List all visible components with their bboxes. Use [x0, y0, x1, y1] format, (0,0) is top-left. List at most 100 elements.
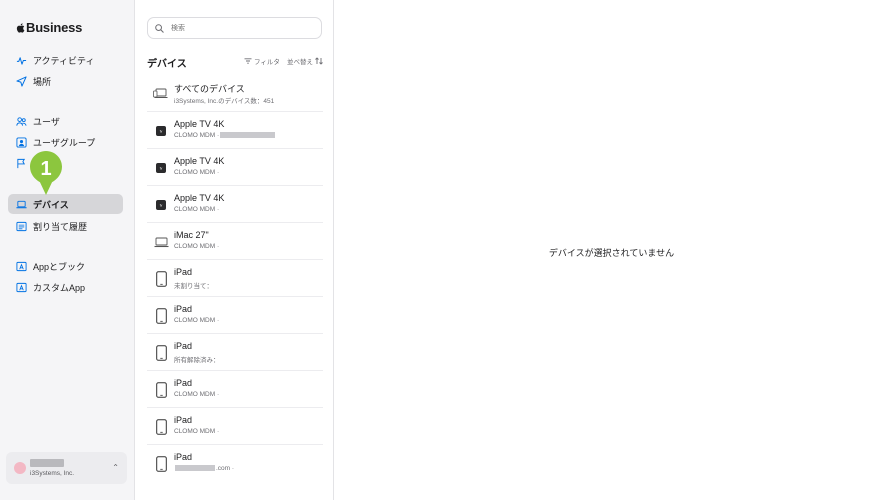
user-group-icon: [16, 136, 27, 148]
empty-state-message: デバイスが選択されていません: [548, 248, 675, 258]
list-item-device[interactable]: tv Apple TV 4K CLOMO MDM ·: [147, 186, 323, 223]
device-subtitle: CLOMO MDM ·: [174, 132, 276, 139]
list-icon: [16, 221, 27, 232]
device-subtitle: CLOMO MDM ·: [174, 317, 220, 324]
device-subtitle: 未割り当て：: [174, 283, 213, 290]
ipad-icon: [153, 344, 169, 362]
sidebar-item-apps-books[interactable]: Appとブック: [8, 256, 123, 276]
svg-text:tv: tv: [160, 204, 163, 208]
imac-icon: [153, 233, 169, 251]
device-detail-pane: デバイスが選択されていません: [334, 0, 889, 500]
device-name: iPad: [174, 452, 193, 462]
sidebar-item-label: Appとブック: [33, 261, 86, 272]
ipad-icon: [153, 381, 169, 399]
search-input[interactable]: [169, 23, 313, 33]
brand-name: Business: [26, 20, 83, 35]
list-item-all-devices[interactable]: すべてのデバイス i3Systems, Inc.のデバイス数：451: [147, 75, 323, 112]
filter-button[interactable]: フィルタ: [244, 56, 280, 66]
sidebar: Business アクティビティ 場所 ユーザ ユーザグループ デバイス 割り当…: [0, 0, 135, 500]
sidebar-item-label: カスタムApp: [33, 282, 86, 293]
account-switcher[interactable]: i3Systems, Inc. ⌃: [6, 452, 127, 484]
device-name: Apple TV 4K: [174, 193, 225, 203]
sidebar-item-label: 割り当て履歴: [33, 221, 88, 232]
apple-tv-icon: tv: [153, 122, 169, 140]
apple-logo-icon: [16, 22, 25, 33]
sidebar-item-assignment-history[interactable]: 割り当て履歴: [8, 216, 123, 236]
apple-tv-icon: tv: [153, 196, 169, 214]
sidebar-item-flag[interactable]: [8, 153, 123, 173]
sort-button[interactable]: 並べ替え: [287, 56, 323, 66]
list-item-device[interactable]: iPad 未割り当て：: [147, 260, 323, 297]
device-name: iPad: [174, 378, 193, 388]
device-subtitle: i3Systems, Inc.のデバイス数：451: [174, 98, 275, 105]
ipad-icon: [153, 270, 169, 288]
account-org: i3Systems, Inc.: [30, 470, 75, 477]
device-name: iPad: [174, 341, 193, 351]
sidebar-item-devices[interactable]: デバイス: [8, 194, 123, 214]
device-subtitle: CLOMO MDM ·: [174, 243, 220, 250]
sort-arrows-icon: [315, 57, 323, 65]
sidebar-item-users[interactable]: ユーザ: [8, 111, 123, 131]
subtitle-text: .com ·: [216, 465, 235, 472]
laptop-icon: [16, 199, 27, 210]
device-name: iPad: [174, 415, 193, 425]
all-devices-icon: [153, 85, 169, 103]
list-item-device[interactable]: tv Apple TV 4K CLOMO MDM ·: [147, 149, 323, 186]
brand-logo: Business: [16, 20, 82, 35]
list-item-device[interactable]: iPad .com ·: [147, 445, 323, 482]
sidebar-item-label: アクティビティ: [33, 55, 95, 66]
search-icon: [155, 23, 164, 33]
device-name: iMac 27": [174, 230, 209, 240]
ipad-icon: [153, 418, 169, 436]
sidebar-item-locations[interactable]: 場所: [8, 71, 123, 91]
sidebar-item-label: 場所: [33, 76, 52, 87]
redacted-text: [220, 132, 276, 139]
subtitle-text: CLOMO MDM ·: [174, 132, 220, 139]
redacted-text: [175, 465, 215, 472]
account-name-redacted: [30, 459, 64, 467]
svg-text:tv: tv: [160, 167, 163, 171]
chevron-up-down-icon: ⌃: [112, 463, 119, 472]
list-item-device[interactable]: iMac 27" CLOMO MDM ·: [147, 223, 323, 260]
svg-text:tv: tv: [160, 130, 163, 134]
sidebar-item-user-groups[interactable]: ユーザグループ: [8, 132, 123, 152]
ipad-icon: [153, 307, 169, 325]
avatar: [14, 462, 26, 474]
device-subtitle: CLOMO MDM ·: [174, 206, 220, 213]
list-title: デバイス: [147, 59, 187, 70]
activity-icon: [16, 55, 27, 66]
device-name: iPad: [174, 267, 193, 277]
sidebar-item-activity[interactable]: アクティビティ: [8, 50, 123, 70]
step-callout-badge: 1: [30, 151, 62, 195]
sidebar-item-label: デバイス: [33, 199, 69, 210]
list-item-device[interactable]: iPad CLOMO MDM ·: [147, 408, 323, 445]
flag-icon: [16, 158, 27, 169]
users-icon: [16, 116, 27, 127]
device-name: Apple TV 4K: [174, 119, 225, 129]
search-field[interactable]: [147, 17, 322, 39]
device-name: Apple TV 4K: [174, 156, 225, 166]
sort-label: 並べ替え: [287, 59, 313, 66]
custom-app-icon: [16, 282, 27, 293]
callout-number: 1: [40, 158, 51, 180]
device-subtitle: 所有解除済み：: [174, 357, 220, 364]
sidebar-item-label: ユーザ: [33, 116, 60, 127]
app-store-icon: [16, 261, 27, 272]
device-subtitle: CLOMO MDM ·: [174, 169, 220, 176]
list-item-device[interactable]: iPad 所有解除済み：: [147, 334, 323, 371]
list-item-device[interactable]: tv Apple TV 4K CLOMO MDM ·: [147, 112, 323, 149]
list-item-device[interactable]: iPad CLOMO MDM ·: [147, 371, 323, 408]
apple-tv-icon: tv: [153, 159, 169, 177]
device-subtitle: .com ·: [174, 465, 234, 472]
device-subtitle: CLOMO MDM ·: [174, 428, 220, 435]
sidebar-item-custom-apps[interactable]: カスタムApp: [8, 277, 123, 297]
location-arrow-icon: [16, 75, 27, 87]
filter-label: フィルタ: [254, 59, 280, 66]
device-subtitle: CLOMO MDM ·: [174, 391, 220, 398]
device-name: すべてのデバイス: [174, 84, 245, 94]
list-item-device[interactable]: iPad CLOMO MDM ·: [147, 297, 323, 334]
sidebar-item-label: ユーザグループ: [33, 137, 96, 148]
ipad-icon: [153, 455, 169, 473]
filter-icon: [244, 58, 252, 64]
device-list-pane: デバイス フィルタ 並べ替え すべてのデバイス i3Systems, Inc.の…: [135, 0, 334, 500]
